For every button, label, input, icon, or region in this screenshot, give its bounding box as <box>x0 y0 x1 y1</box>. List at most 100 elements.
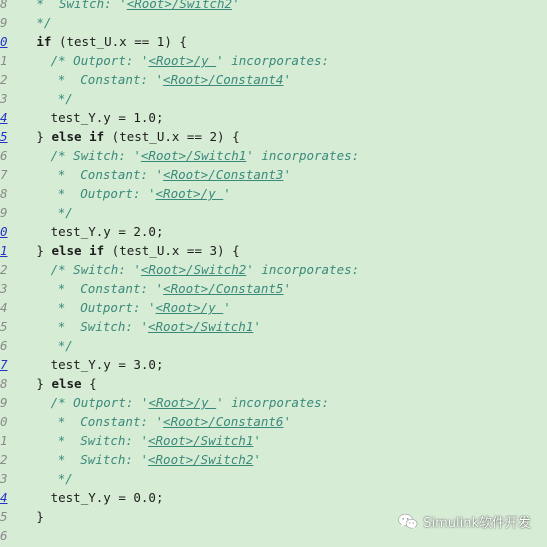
code-text: ' <box>253 452 261 467</box>
keyword: else if <box>51 129 105 144</box>
code-text: } <box>36 243 52 258</box>
code-text: ' incorporates: <box>246 148 360 163</box>
code-comment: /* Outport: '<Root>/y ' incorporates: <box>51 51 329 70</box>
code-line: 3 */ <box>0 469 547 488</box>
block-link[interactable]: <Root>/Constant5 <box>163 281 283 296</box>
code-text: { <box>81 376 97 391</box>
line-number: 4 <box>0 300 8 315</box>
line-number-link[interactable]: 1 <box>0 241 12 260</box>
block-link[interactable]: <Root>/Constant6 <box>163 414 283 429</box>
block-link[interactable]: <Root>/Switch1 <box>148 433 253 448</box>
code-line: 5 * Switch: '<Root>/Switch1' <box>0 317 547 336</box>
line-number: 2 <box>0 452 8 467</box>
line-number: 6 <box>0 528 8 543</box>
code-text: ' <box>223 186 231 201</box>
keyword: else if <box>51 243 105 258</box>
line-number: 6 <box>0 338 8 353</box>
code-text: } <box>36 129 52 144</box>
code-line: 0 if (test_U.x == 1) { <box>0 32 547 51</box>
code-line: 4 test_Y.y = 0.0; <box>0 488 547 507</box>
code-comment: * Outport: '<Root>/y ' <box>58 298 231 317</box>
code-text: /* Outport: ' <box>50 53 149 68</box>
code-text: */ <box>57 205 73 220</box>
line-number: 8 <box>0 0 8 11</box>
line-number-link[interactable]: 4 <box>0 488 12 507</box>
code-text: ' <box>283 414 291 429</box>
line-number-link[interactable]: 0 <box>0 32 12 51</box>
code-text: * Switch: ' <box>57 319 148 334</box>
block-link[interactable]: <Root>/Switch1 <box>148 319 253 334</box>
line-number: 3 <box>0 281 8 296</box>
code-line: 9 */ <box>0 13 547 32</box>
code-text: ' <box>283 281 291 296</box>
code-line: 8 * Switch: '<Root>/Switch2' <box>0 0 547 13</box>
watermark-text: Simulink软件开发 <box>423 516 531 531</box>
code-line: 0 test_Y.y = 2.0; <box>0 222 547 241</box>
code-text: /* Outport: ' <box>50 395 149 410</box>
block-link[interactable]: <Root>/y <box>156 300 224 315</box>
line-number-link[interactable]: 5 <box>0 127 12 146</box>
code-line: 1 * Switch: '<Root>/Switch1' <box>0 431 547 450</box>
line-number: 2 <box>0 72 8 87</box>
code-comment: */ <box>58 89 73 108</box>
code-statement: } else { <box>36 374 96 393</box>
code-line: 4 test_Y.y = 1.0; <box>0 108 547 127</box>
block-link[interactable]: <Root>/Switch2 <box>141 262 246 277</box>
block-link[interactable]: <Root>/y <box>148 53 216 68</box>
line-number-link[interactable]: 0 <box>0 222 12 241</box>
code-text: */ <box>57 471 73 486</box>
code-line: 2 * Constant: '<Root>/Constant4' <box>0 70 547 89</box>
line-number: 5 <box>0 509 8 524</box>
code-text: test_Y.y = 3.0; <box>50 357 164 372</box>
code-comment: * Switch: '<Root>/Switch2' <box>36 0 239 13</box>
code-comment: * Switch: '<Root>/Switch2' <box>58 450 261 469</box>
line-number: 1 <box>0 53 8 68</box>
block-link[interactable]: <Root>/Switch1 <box>141 148 246 163</box>
line-number-link[interactable]: 7 <box>0 355 12 374</box>
block-link[interactable]: <Root>/Switch2 <box>148 452 253 467</box>
line-number: 3 <box>0 471 8 486</box>
line-number-link[interactable]: 4 <box>0 108 12 127</box>
line-number: 9 <box>0 15 8 30</box>
code-line: 7 test_Y.y = 3.0; <box>0 355 547 374</box>
code-text: */ <box>36 15 52 30</box>
code-text: ' <box>253 433 261 448</box>
block-link[interactable]: <Root>/Constant4 <box>163 72 283 87</box>
code-text: ' <box>223 300 231 315</box>
code-text: * Switch: ' <box>57 452 148 467</box>
code-editor: 8 * Switch: '<Root>/Switch2' 9 */0 if (test_… <box>0 0 547 545</box>
code-comment: * Constant: '<Root>/Constant3' <box>58 165 291 184</box>
code-line: 6 /* Switch: '<Root>/Switch1' incorporate… <box>0 146 547 165</box>
code-text: * Constant: ' <box>57 281 164 296</box>
block-link[interactable]: <Root>/Constant3 <box>163 167 283 182</box>
block-link[interactable]: <Root>/Switch2 <box>127 0 232 11</box>
code-text: */ <box>57 91 73 106</box>
code-text: ' <box>283 167 291 182</box>
block-link[interactable]: <Root>/y <box>156 186 224 201</box>
code-text: ' incorporates: <box>246 262 360 277</box>
code-statement: test_Y.y = 2.0; <box>51 222 164 241</box>
code-comment: */ <box>58 469 73 488</box>
code-line: 2 /* Switch: '<Root>/Switch2' incorporate… <box>0 260 547 279</box>
code-comment: * Switch: '<Root>/Switch1' <box>58 317 261 336</box>
code-line: 1} else if (test_U.x == 3) { <box>0 241 547 260</box>
code-line: 5 } else if (test_U.x == 2) { <box>0 127 547 146</box>
keyword: else <box>51 376 82 391</box>
code-line: 8} else { <box>0 374 547 393</box>
code-text: (test_U.x == 3) { <box>104 243 240 258</box>
code-statement: } else if (test_U.x == 2) { <box>36 127 239 146</box>
keyword: if <box>36 34 52 49</box>
code-line: 3 * Constant: '<Root>/Constant5' <box>0 279 547 298</box>
line-number: 9 <box>0 205 8 220</box>
wechat-icon <box>398 513 418 529</box>
code-line: 9 /* Outport: '<Root>/y ' incorporates: <box>0 393 547 412</box>
code-text: */ <box>57 338 73 353</box>
code-comment: */ <box>58 203 73 222</box>
code-view: 8 * Switch: '<Root>/Switch2' 9 */0 if (test_… <box>0 0 547 547</box>
code-line: 2 * Switch: '<Root>/Switch2' <box>0 450 547 469</box>
line-number: 6 <box>0 148 8 163</box>
code-line: 6 */ <box>0 336 547 355</box>
code-comment: * Constant: '<Root>/Constant4' <box>58 70 291 89</box>
block-link[interactable]: <Root>/y <box>148 395 216 410</box>
code-comment: * Constant: '<Root>/Constant5' <box>58 279 291 298</box>
